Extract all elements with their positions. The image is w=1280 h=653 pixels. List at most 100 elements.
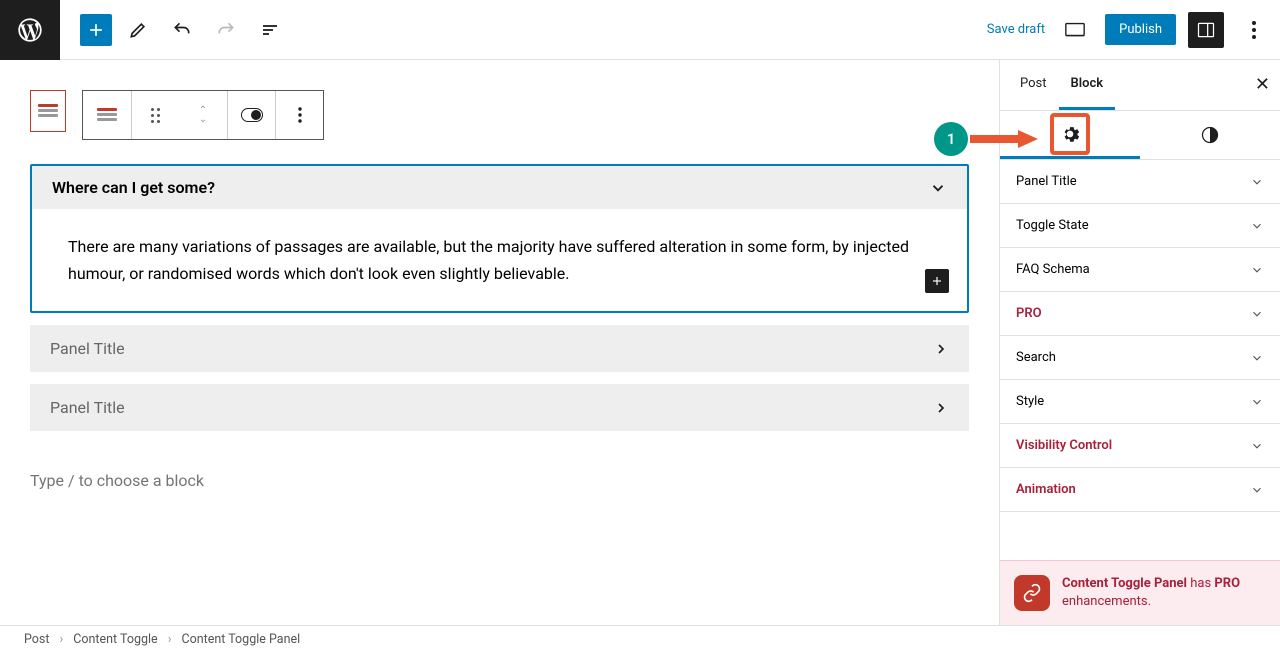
sidebar-tabs: Post Block ✕: [1000, 60, 1280, 111]
sidebar-panel-label: Toggle State: [1016, 218, 1089, 233]
chevron-down-icon: [1250, 483, 1264, 497]
block-options-button[interactable]: [275, 91, 323, 139]
undo-icon: [172, 20, 192, 40]
content-toggle-panel-selected[interactable]: Where can I get some? There are many var…: [30, 164, 969, 313]
chevron-down-icon: [929, 179, 947, 197]
breadcrumb-item[interactable]: Post: [24, 632, 49, 647]
close-sidebar-button[interactable]: ✕: [1255, 74, 1270, 95]
redo-icon: [216, 20, 236, 40]
pencil-icon: [128, 20, 148, 40]
gear-icon: [1060, 124, 1080, 144]
sidebar-panel-label: Panel Title: [1016, 174, 1077, 189]
move-buttons[interactable]: ⌃⌄: [179, 91, 227, 139]
sidebar-panel-label: FAQ Schema: [1016, 262, 1090, 277]
top-right-controls: Save draft Publish: [987, 12, 1272, 48]
breadcrumb-item[interactable]: Content Toggle Panel: [181, 632, 300, 647]
content-toggle-icon: [38, 104, 58, 118]
add-inner-block-button[interactable]: [925, 269, 949, 293]
preview-button[interactable]: [1057, 12, 1093, 48]
chevron-down-icon: [1250, 395, 1264, 409]
undo-button[interactable]: [164, 12, 200, 48]
breadcrumb-item[interactable]: Content Toggle: [73, 632, 157, 647]
options-menu-button[interactable]: [1236, 12, 1272, 48]
desktop-icon: [1064, 21, 1086, 39]
toggle-state-button[interactable]: [227, 91, 275, 139]
sidebar-panel-label: Animation: [1016, 482, 1076, 497]
content-toggle-panel-icon: [97, 108, 117, 122]
top-left-controls: [80, 12, 288, 48]
panel-body[interactable]: There are many variations of passages ar…: [32, 209, 967, 311]
sidebar-panel-search[interactable]: Search: [1000, 336, 1280, 380]
chevron-right-icon: ›: [59, 632, 63, 647]
chevron-down-icon: [1250, 263, 1264, 277]
sidebar-panel-style[interactable]: Style: [1000, 380, 1280, 424]
chevron-right-icon: [933, 400, 949, 416]
sidebar-panel-panel-title[interactable]: Panel Title: [1000, 160, 1280, 204]
top-toolbar: Save draft Publish: [0, 0, 1280, 60]
sidebar-panels-list: Panel Title Toggle State FAQ Schema PRO Sear…: [1000, 160, 1280, 560]
panel-title-text: Where can I get some?: [52, 178, 215, 197]
settings-subtab[interactable]: [1000, 111, 1140, 159]
parent-block-button[interactable]: [30, 90, 66, 132]
sidebar-icon: [1196, 20, 1216, 40]
block-toolbar: ⌃⌄: [30, 90, 969, 140]
redo-button[interactable]: [208, 12, 244, 48]
toggle-icon: [241, 108, 263, 122]
sidebar-panel-visibility-control[interactable]: Visibility Control: [1000, 424, 1280, 468]
plus-icon: [86, 20, 106, 40]
drag-icon: [151, 108, 160, 123]
wordpress-logo[interactable]: [0, 0, 60, 60]
content-toggle-panel-collapsed[interactable]: Panel Title: [30, 384, 969, 431]
add-block-button[interactable]: [80, 14, 112, 46]
pro-banner[interactable]: Content Toggle Panel has PRO enhancement…: [1000, 560, 1280, 625]
block-toolbar-group: ⌃⌄: [82, 90, 324, 140]
sidebar-panel-pro[interactable]: PRO: [1000, 292, 1280, 336]
block-settings-subtabs: [1000, 111, 1280, 160]
kebab-icon: [1252, 21, 1256, 39]
sidebar-panel-label: Style: [1016, 394, 1044, 409]
document-overview-button[interactable]: [252, 12, 288, 48]
main-layout: ⌃⌄ Where can I get some? There are many …: [0, 60, 1280, 625]
gear-highlight-box: [1050, 113, 1090, 155]
panel-title-text: Panel Title: [50, 339, 125, 358]
plus-icon: [930, 274, 944, 288]
sidebar-panel-toggle-state[interactable]: Toggle State: [1000, 204, 1280, 248]
pro-banner-icon: [1014, 575, 1050, 611]
save-draft-link[interactable]: Save draft: [987, 22, 1045, 37]
panel-body-text: There are many variations of passages ar…: [68, 237, 909, 283]
chevron-down-icon: [1250, 175, 1264, 189]
kebab-icon: [298, 107, 302, 123]
tab-block[interactable]: Block: [1059, 60, 1116, 110]
drag-handle[interactable]: [131, 91, 179, 139]
chevron-down-icon: [1250, 439, 1264, 453]
chevron-down-icon: [1250, 219, 1264, 233]
chevron-down-icon: [1250, 351, 1264, 365]
sidebar-toggle-button[interactable]: [1188, 12, 1224, 48]
content-toggle-panel-collapsed[interactable]: Panel Title: [30, 325, 969, 372]
sidebar-panel-animation[interactable]: Animation: [1000, 468, 1280, 512]
chevron-right-icon: [933, 341, 949, 357]
settings-sidebar: Post Block ✕ Panel Title Toggle State FAQ …: [999, 60, 1280, 625]
contrast-icon: [1200, 125, 1220, 145]
block-editor-canvas: ⌃⌄ Where can I get some? There are many …: [0, 60, 999, 625]
sidebar-panel-label: PRO: [1016, 306, 1042, 321]
sidebar-panel-faq-schema[interactable]: FAQ Schema: [1000, 248, 1280, 292]
sidebar-panel-label: Visibility Control: [1016, 438, 1112, 453]
wordpress-icon: [16, 16, 44, 44]
link-icon: [1022, 583, 1042, 603]
pro-banner-text: Content Toggle Panel has PRO enhancement…: [1062, 575, 1266, 611]
tab-post[interactable]: Post: [1008, 60, 1059, 110]
block-appender-placeholder[interactable]: Type / to choose a block: [30, 471, 969, 490]
panel-header[interactable]: Where can I get some?: [32, 166, 967, 209]
block-type-button[interactable]: [83, 91, 131, 139]
block-breadcrumb: Post › Content Toggle › Content Toggle P…: [0, 625, 1280, 653]
publish-button[interactable]: Publish: [1105, 14, 1176, 45]
sidebar-panel-label: Search: [1016, 350, 1056, 365]
move-arrows-icon: ⌃⌄: [199, 107, 207, 124]
tools-button[interactable]: [120, 12, 156, 48]
list-icon: [263, 25, 277, 35]
chevron-down-icon: [1250, 307, 1264, 321]
styles-subtab[interactable]: [1140, 111, 1280, 159]
panel-title-text: Panel Title: [50, 398, 125, 417]
chevron-right-icon: ›: [168, 632, 172, 647]
